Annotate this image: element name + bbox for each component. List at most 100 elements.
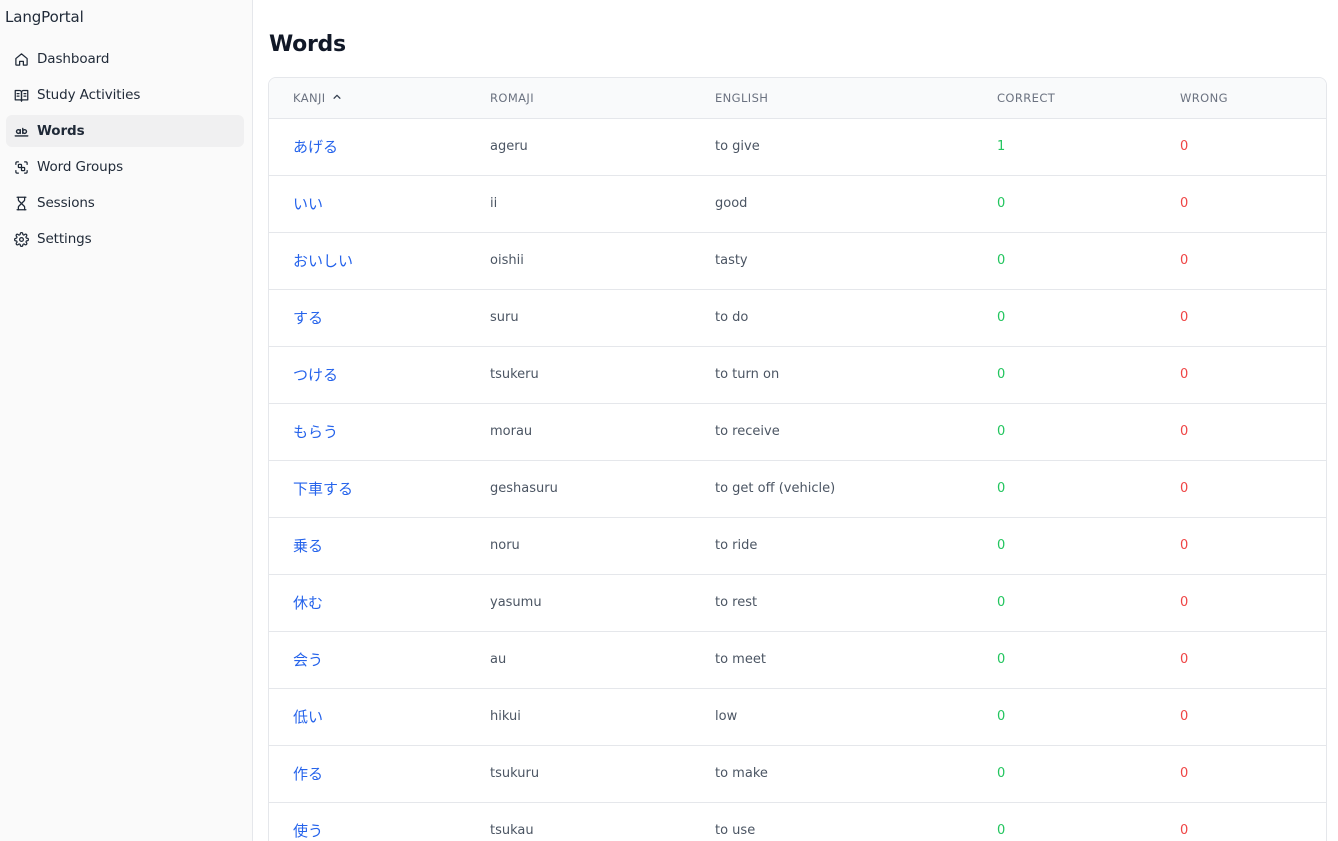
cell-correct-count: 0 [997, 481, 1006, 496]
book-open-icon [13, 87, 30, 104]
cell-english: to receive [715, 424, 780, 439]
cell-romaji: ageru [490, 139, 528, 154]
column-header-wrong[interactable]: WRONG [1156, 78, 1326, 119]
cell-wrong-count: 0 [1180, 709, 1189, 724]
table-row[interactable]: 休む yasumu to rest 0 0 [269, 574, 1326, 631]
table-row[interactable]: もらう morau to receive 0 0 [269, 403, 1326, 460]
word-link[interactable]: あげる [293, 138, 338, 156]
word-link[interactable]: する [293, 309, 323, 327]
words-table: KANJI ROMAJI ENGLISH CORRECT WRONG あげる ag… [269, 78, 1326, 841]
cell-english: to make [715, 766, 768, 781]
sidebar-item-label: Dashboard [37, 51, 110, 67]
app-brand[interactable]: LangPortal [5, 8, 84, 26]
word-link[interactable]: 乗る [293, 537, 323, 555]
gear-icon [13, 231, 30, 248]
word-link[interactable]: 作る [293, 765, 323, 783]
table-row[interactable]: いい ii good 0 0 [269, 175, 1326, 232]
word-link[interactable]: もらう [293, 423, 338, 441]
cell-wrong-count: 0 [1180, 595, 1189, 610]
column-header-romaji[interactable]: ROMAJI [466, 78, 691, 119]
sidebar-item-label: Study Activities [37, 87, 141, 103]
cell-wrong-count: 0 [1180, 253, 1189, 268]
table-row[interactable]: 低い hikui low 0 0 [269, 688, 1326, 745]
word-link[interactable]: 休む [293, 594, 323, 612]
cell-romaji: tsukuru [490, 766, 540, 781]
cell-kanji: 休む [269, 574, 466, 631]
cell-correct-count: 0 [997, 823, 1006, 838]
cell-correct-count: 0 [997, 424, 1006, 439]
cell-kanji: 乗る [269, 517, 466, 574]
cell-english: to turn on [715, 367, 780, 382]
sidebar-item-label: Words [37, 123, 85, 139]
table-row[interactable]: 会う au to meet 0 0 [269, 631, 1326, 688]
sidebar-item-dashboard[interactable]: Dashboard [6, 43, 244, 75]
word-link[interactable]: つける [293, 366, 338, 384]
table-header-row: KANJI ROMAJI ENGLISH CORRECT WRONG [269, 78, 1326, 119]
table-row[interactable]: 使う tsukau to use 0 0 [269, 802, 1326, 841]
sidebar-nav: Dashboard Study Activities Words Word Gr… [6, 43, 244, 259]
word-link[interactable]: おいしい [293, 252, 353, 270]
cell-kanji: あげる [269, 118, 466, 175]
cell-english: to ride [715, 538, 758, 553]
column-header-english[interactable]: ENGLISH [691, 78, 973, 119]
whole-word-icon [13, 123, 30, 140]
cell-correct-count: 1 [997, 139, 1006, 154]
word-link[interactable]: 会う [293, 651, 323, 669]
cell-kanji: 作る [269, 745, 466, 802]
cell-wrong-count: 0 [1180, 367, 1189, 382]
cell-romaji: morau [490, 424, 533, 439]
cell-kanji: いい [269, 175, 466, 232]
word-link[interactable]: いい [293, 195, 323, 213]
cell-kanji: 会う [269, 631, 466, 688]
sidebar-item-settings[interactable]: Settings [6, 223, 244, 255]
home-icon [13, 51, 30, 68]
sidebar-item-label: Sessions [37, 195, 95, 211]
cell-english: low [715, 709, 738, 724]
table-row[interactable]: あげる ageru to give 1 0 [269, 118, 1326, 175]
cell-correct-count: 0 [997, 367, 1006, 382]
cell-kanji: する [269, 289, 466, 346]
cell-romaji: noru [490, 538, 520, 553]
table-row[interactable]: 乗る noru to ride 0 0 [269, 517, 1326, 574]
main-content: Words KANJI ROMAJI ENGLISH CORRECT WRONG… [253, 0, 1338, 841]
column-header-kanji[interactable]: KANJI [269, 78, 466, 119]
cell-romaji: au [490, 652, 507, 667]
cell-wrong-count: 0 [1180, 538, 1189, 553]
table-row[interactable]: 作る tsukuru to make 0 0 [269, 745, 1326, 802]
cell-english: to use [715, 823, 756, 838]
group-scan-icon [13, 159, 30, 176]
word-link[interactable]: 使う [293, 822, 323, 840]
cell-correct-count: 0 [997, 538, 1006, 553]
table-row[interactable]: つける tsukeru to turn on 0 0 [269, 346, 1326, 403]
cell-correct-count: 0 [997, 709, 1006, 724]
sidebar-item-label: Word Groups [37, 159, 124, 175]
cell-wrong-count: 0 [1180, 139, 1189, 154]
sidebar-item-word-groups[interactable]: Word Groups [6, 151, 244, 183]
cell-english: good [715, 196, 748, 211]
cell-correct-count: 0 [997, 310, 1006, 325]
cell-kanji: もらう [269, 403, 466, 460]
cell-correct-count: 0 [997, 766, 1006, 781]
cell-wrong-count: 0 [1180, 766, 1189, 781]
cell-romaji: tsukau [490, 823, 534, 838]
word-link[interactable]: 低い [293, 708, 323, 726]
cell-wrong-count: 0 [1180, 823, 1189, 838]
cell-kanji: おいしい [269, 232, 466, 289]
sidebar-item-study-activities[interactable]: Study Activities [6, 79, 244, 111]
cell-wrong-count: 0 [1180, 310, 1189, 325]
cell-romaji: tsukeru [490, 367, 539, 382]
table-row[interactable]: おいしい oishii tasty 0 0 [269, 232, 1326, 289]
sidebar-item-sessions[interactable]: Sessions [6, 187, 244, 219]
cell-romaji: geshasuru [490, 481, 558, 496]
word-link[interactable]: 下車する [293, 480, 353, 498]
table-row[interactable]: 下車する geshasuru to get off (vehicle) 0 0 [269, 460, 1326, 517]
cell-romaji: oishii [490, 253, 524, 268]
table-row[interactable]: する suru to do 0 0 [269, 289, 1326, 346]
cell-wrong-count: 0 [1180, 196, 1189, 211]
sidebar-item-words[interactable]: Words [6, 115, 244, 147]
cell-romaji: yasumu [490, 595, 542, 610]
cell-wrong-count: 0 [1180, 424, 1189, 439]
cell-romaji: ii [490, 196, 498, 211]
column-header-correct[interactable]: CORRECT [973, 78, 1156, 119]
words-table-card: KANJI ROMAJI ENGLISH CORRECT WRONG あげる ag… [268, 77, 1327, 841]
